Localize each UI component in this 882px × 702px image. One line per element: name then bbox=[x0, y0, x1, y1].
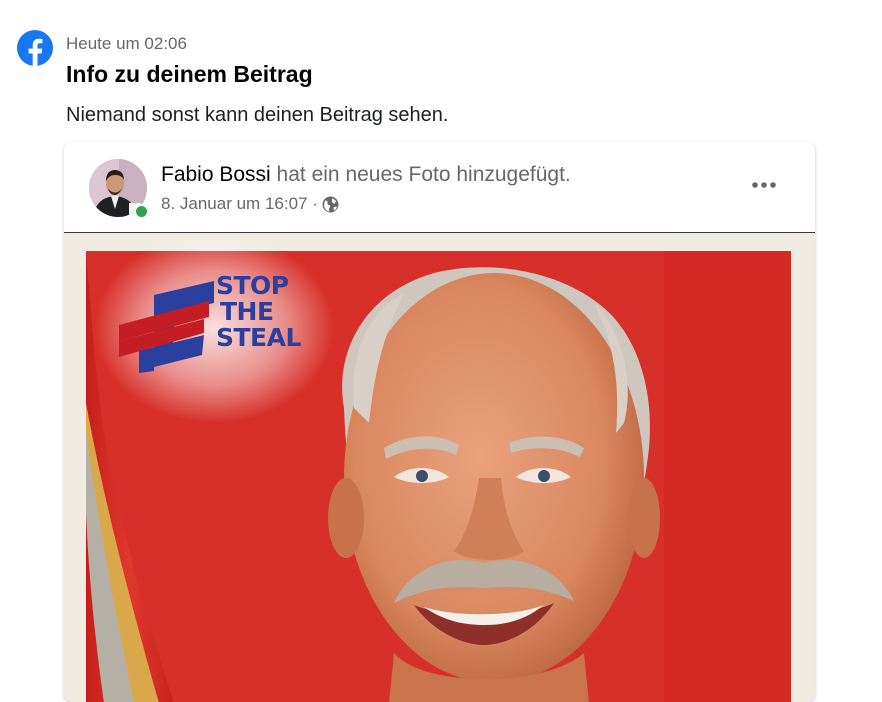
globe-icon bbox=[322, 196, 339, 213]
post-photo[interactable]: STOP THE STEAL bbox=[64, 233, 815, 702]
stop-the-steal-logo: STOP THE STEAL bbox=[216, 271, 301, 352]
notification-timestamp: Heute um 02:06 bbox=[66, 34, 187, 53]
notification-message: Niemand sonst kann deinen Beitrag sehen. bbox=[66, 104, 449, 126]
post-meta: 8. Januar um 16:07 · bbox=[161, 194, 339, 214]
post-date-link[interactable]: 8. Januar um 16:07 · bbox=[161, 194, 318, 214]
author-name-link[interactable]: Fabio Bossi bbox=[161, 163, 271, 186]
facebook-icon bbox=[17, 30, 53, 66]
post-action-text: hat ein neues Foto hinzugefügt. bbox=[270, 163, 571, 186]
more-options-icon[interactable] bbox=[751, 178, 777, 192]
post-header: Fabio Bossi hat ein neues Foto hinzugefü… bbox=[64, 142, 815, 233]
post-author-line: Fabio Bossi hat ein neues Foto hinzugefü… bbox=[161, 163, 571, 187]
shared-post-card[interactable]: Fabio Bossi hat ein neues Foto hinzugefü… bbox=[64, 142, 815, 702]
notification-title: Info zu deinem Beitrag bbox=[66, 61, 313, 87]
online-status-dot bbox=[134, 204, 149, 219]
